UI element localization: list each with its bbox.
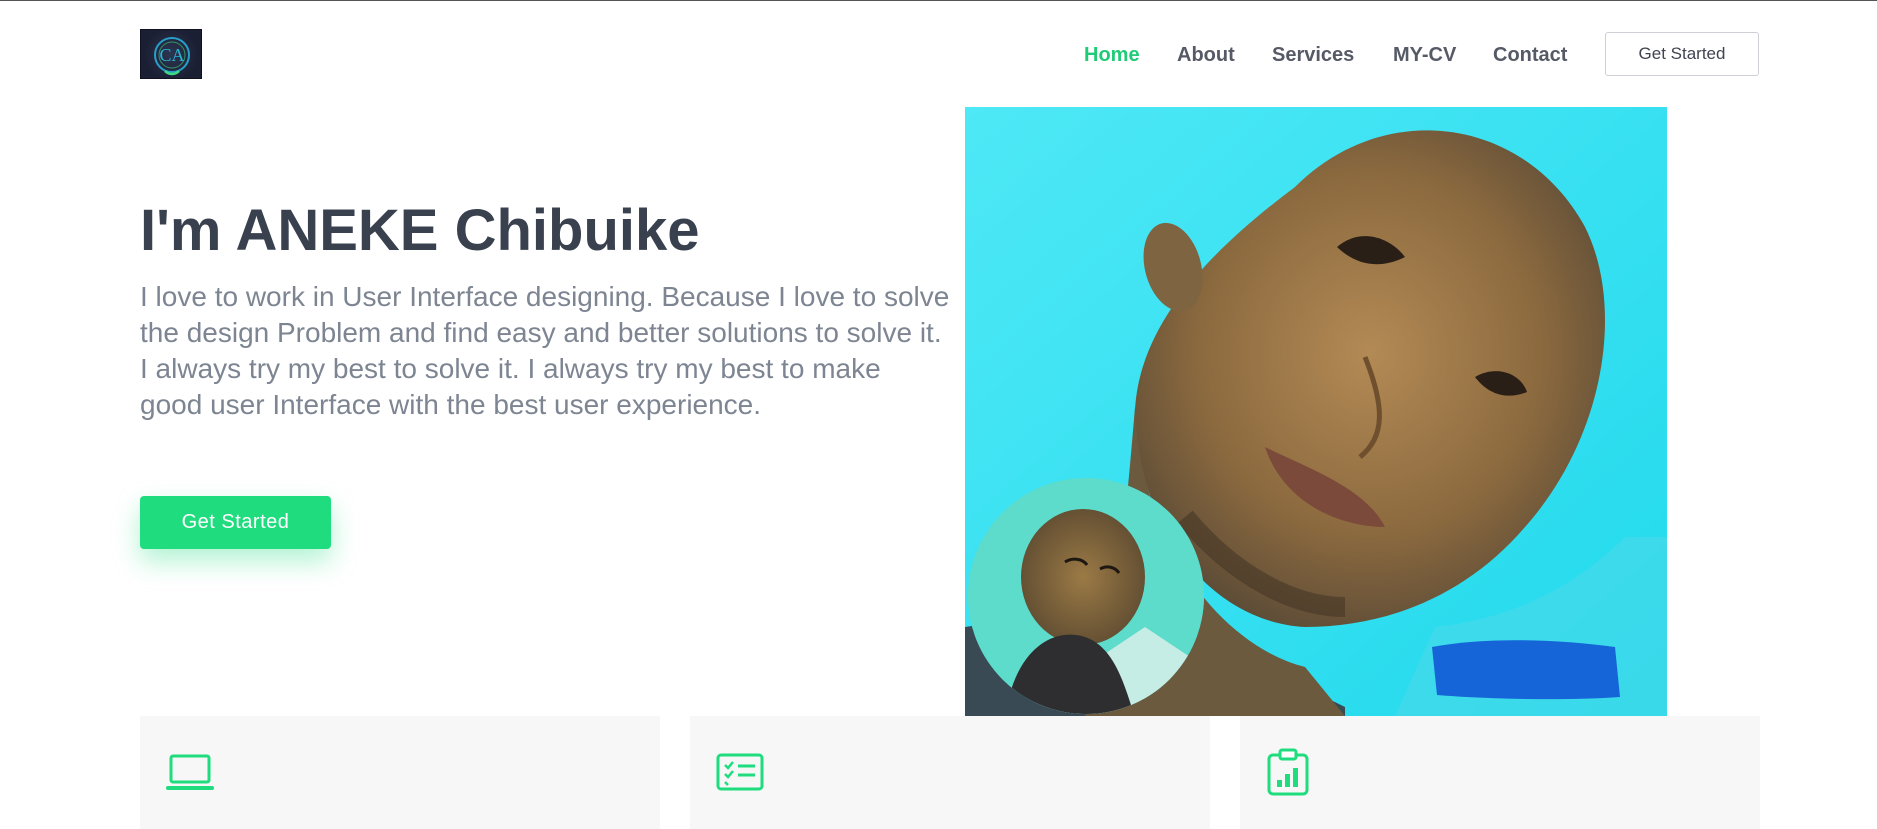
hero-get-started-button[interactable]: Get Started <box>140 496 331 549</box>
nav-link-about[interactable]: About <box>1177 41 1235 69</box>
site-header: CA Home About Services MY-CV Contact Get… <box>0 1 1877 107</box>
hero-title: I'm ANEKE Chibuike <box>140 198 700 263</box>
nav-link-home[interactable]: Home <box>1084 41 1140 69</box>
header-get-started-button[interactable]: Get Started <box>1605 32 1759 76</box>
nav-link-services[interactable]: Services <box>1272 41 1354 69</box>
logo-mark: CA <box>154 37 190 76</box>
clipboard-chart-icon <box>1266 748 1310 801</box>
svg-text:CA: CA <box>159 45 184 65</box>
hero-description: I love to work in User Interface designi… <box>140 281 950 420</box>
service-card-1[interactable] <box>140 716 660 829</box>
service-card-3[interactable] <box>1240 716 1760 829</box>
checklist-icon <box>716 752 764 797</box>
nav-link-contact[interactable]: Contact <box>1493 41 1567 69</box>
nav-link-my-cv[interactable]: MY-CV <box>1393 41 1456 69</box>
laptop-icon <box>166 752 214 797</box>
hero-portrait-photo <box>965 107 1667 716</box>
site-logo[interactable]: CA <box>140 29 202 79</box>
service-card-2[interactable] <box>690 716 1210 829</box>
